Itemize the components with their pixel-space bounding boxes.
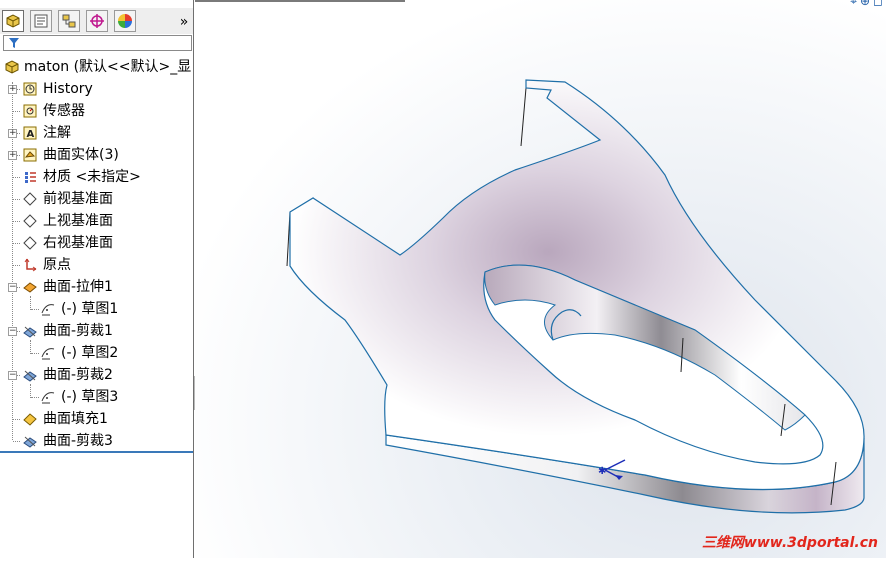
feature-manager-panel: » maton (默认<<默认>_显 + History 传感器 + A 注解 + 曲面实体(… [0,0,194,558]
tree-item[interactable]: + A 注解 [0,122,193,144]
tree-item[interactable]: 传感器 [0,100,193,122]
color-wheel-icon [118,14,132,28]
property-icon [34,14,48,28]
tree-item-label: 右视基准面 [43,235,113,251]
tree-connector [13,221,20,222]
tree-item-label: (-) 草图3 [61,389,119,405]
annotation-icon: A [23,126,37,140]
manager-tab-bar: » [0,8,193,34]
tree-item[interactable]: 前视基准面 [0,188,193,210]
expand-toggle[interactable]: + [8,85,17,94]
tree-item[interactable]: 曲面填充1 [0,408,193,430]
svg-text:A: A [27,129,35,140]
tree-connector [13,177,20,178]
tree-item[interactable]: − 曲面-剪裁1 [0,320,193,342]
tree-item[interactable]: (-) 草图3 [0,386,193,408]
tree-item-label: 原点 [43,257,71,273]
tree-item-label: 曲面填充1 [43,411,108,427]
property-manager-tab[interactable] [30,10,52,32]
configuration-manager-tab[interactable] [58,10,80,32]
sketch-icon [41,392,55,404]
tree-connector [31,353,39,354]
configuration-icon [62,14,76,28]
tree-item-label: 曲面-剪裁1 [43,323,113,339]
tree-item[interactable]: 材质 <未指定> [0,166,193,188]
sketch-icon [41,304,55,316]
tree-item-label: 曲面-拉伸1 [43,279,113,295]
tree-item[interactable]: 曲面-剪裁3 [0,430,193,452]
tree-item[interactable]: 右视基准面 [0,232,193,254]
surface-bodies-icon [23,148,37,162]
tree-root-part[interactable]: maton (默认<<默认>_显 [0,56,193,78]
tree-item-label: 曲面实体(3) [43,147,119,163]
crosshair-icon [90,14,104,28]
tree-connector [31,397,39,398]
surface-trim-icon [23,370,37,382]
display-manager-tab[interactable] [114,10,136,32]
tree-connector [13,199,20,200]
origin-icon [24,258,37,272]
plane-icon [23,192,37,206]
surface-trim-icon [23,326,37,338]
tree-item-label: 曲面-剪裁2 [43,367,113,383]
tree-item[interactable]: 上视基准面 [0,210,193,232]
surface-fill-icon [23,413,37,426]
tree-item[interactable]: + History [0,78,193,100]
history-icon [23,82,37,96]
tree-item-label: (-) 草图1 [61,301,119,317]
graphics-area[interactable]: ✱ [195,0,886,558]
site-watermark: 三维网www.3dportal.cn [701,535,878,551]
collapse-toggle[interactable]: − [8,327,17,336]
tree-item-label: 材质 <未指定> [43,169,141,185]
view-toolbar-icons[interactable]: ⌖⊕◻ [850,0,886,9]
tree-item-label: 上视基准面 [43,213,113,229]
tree-item[interactable]: − 曲面-剪裁2 [0,364,193,386]
tree-item[interactable]: 原点 [0,254,193,276]
tree-connector [13,243,20,244]
tree-item-label: History [43,81,93,97]
sensor-icon [23,104,37,118]
collapse-toggle[interactable]: − [8,371,17,380]
tree-item[interactable]: (-) 草图1 [0,298,193,320]
tree-connector [13,265,20,266]
tree-item-label: 注解 [43,125,71,141]
tree-connector [13,441,20,442]
surface-model[interactable]: ✱ [195,0,886,558]
filter-icon [9,38,19,48]
tree-item-label: 前视基准面 [43,191,113,207]
tree-connector [13,419,20,420]
surface-trim-icon [23,436,37,448]
tree-item[interactable]: − 曲面-拉伸1 [0,276,193,298]
feature-manager-tab[interactable] [2,10,24,32]
feature-tree-icon [6,14,20,28]
expand-tabs-button[interactable]: » [176,12,192,32]
tree-connector [31,309,39,310]
svg-text:✱: ✱ [598,466,606,477]
plane-icon [23,236,37,250]
tree-item-label: 传感器 [43,103,85,119]
expand-toggle[interactable]: + [8,151,17,160]
rollback-bar[interactable] [0,451,193,453]
tree-filter-input[interactable] [3,35,192,51]
tree-item[interactable]: (-) 草图2 [0,342,193,364]
tree-item[interactable]: + 曲面实体(3) [0,144,193,166]
graphics-area-top-border [195,0,405,2]
sketch-icon [41,348,55,360]
material-icon [25,172,36,183]
root-part-label: maton (默认<<默认>_显 [24,59,192,75]
tree-item-label: (-) 草图2 [61,345,119,361]
expand-toggle[interactable]: + [8,129,17,138]
collapse-toggle[interactable]: − [8,283,17,292]
dimxpert-tab[interactable] [86,10,108,32]
tree-connector [13,111,20,112]
surface-extrude-icon [23,282,37,293]
tree-item-label: 曲面-剪裁3 [43,433,113,449]
part-icon [5,60,19,74]
plane-icon [23,214,37,228]
